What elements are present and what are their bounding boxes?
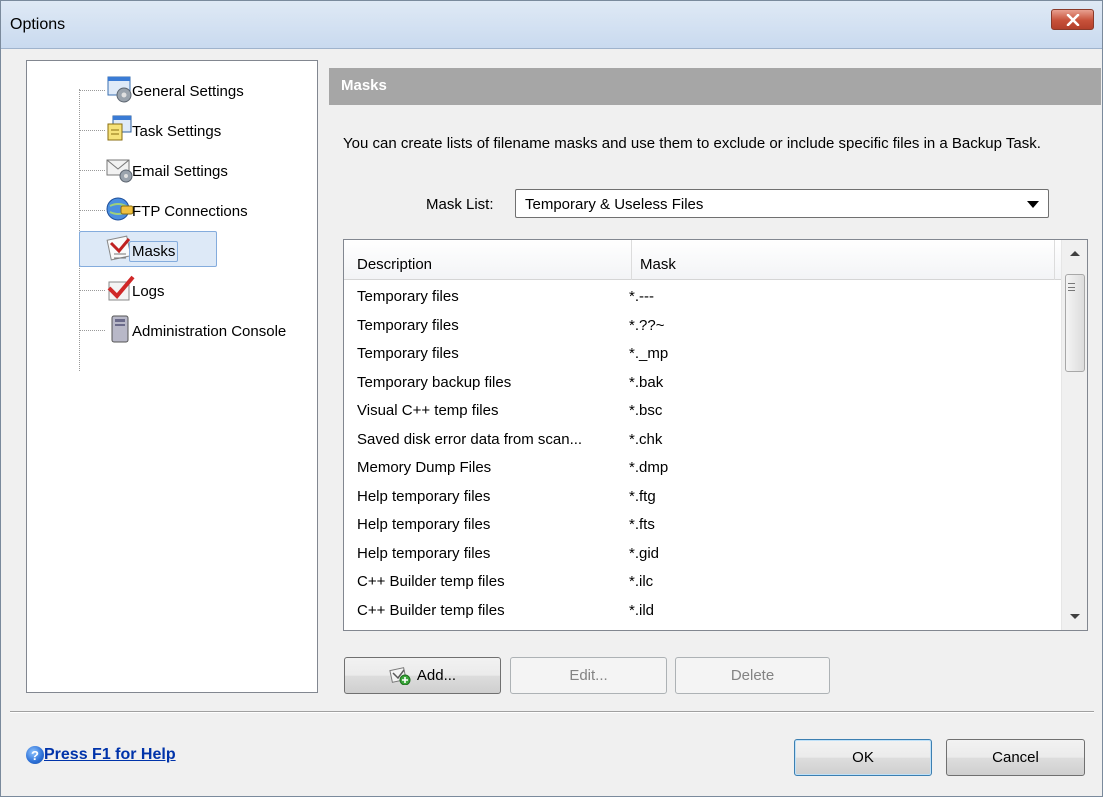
footer-divider xyxy=(10,711,1094,713)
tree-item-label: Administration Console xyxy=(132,323,287,340)
cell-description: Temporary files xyxy=(357,316,459,334)
table-row[interactable]: Saved disk error data from scan... *.chk xyxy=(344,423,1061,451)
cell-mask: *._mp xyxy=(629,345,669,362)
close-icon xyxy=(1066,13,1079,26)
cell-mask: *.ftg xyxy=(629,487,656,505)
mask-list-dropdown[interactable]: Temporary & Useless Files xyxy=(515,189,1049,218)
mask-list-selected-value: Temporary & Useless Files xyxy=(525,196,704,213)
masks-table: Description Mask Temporary files *.--- Te… xyxy=(343,239,1088,631)
column-header-mask[interactable]: Mask xyxy=(640,256,676,273)
masks-description: You can create lists of filename masks a… xyxy=(343,135,1041,152)
scroll-down-arrow-icon[interactable] xyxy=(1062,604,1088,630)
tree-item-label: Masks xyxy=(129,241,179,262)
cell-mask: *.bak xyxy=(629,373,664,391)
table-row[interactable]: C++ Builder temp files *.ild xyxy=(344,594,1061,622)
cell-description: Saved disk error data from scan... xyxy=(357,430,583,448)
cancel-button-label: Cancel xyxy=(992,749,1039,766)
cell-description: Temporary files xyxy=(357,288,459,305)
cell-description: Temporary backup files xyxy=(357,373,512,391)
cell-description: Visual C++ temp files xyxy=(357,402,499,419)
window-title: Options xyxy=(10,16,66,33)
tree-item-label: General Settings xyxy=(132,83,244,100)
cell-description: Temporary files xyxy=(357,345,459,362)
tree-item-label: Task Settings xyxy=(132,123,222,140)
add-button-label: Add... xyxy=(416,667,457,684)
tree-branch-line xyxy=(79,210,105,211)
options-dialog: Options General Settings Task Settings E… xyxy=(0,0,1103,797)
cell-mask: *.chk xyxy=(629,430,663,448)
tree-item-masks[interactable]: Masks xyxy=(27,231,317,269)
cell-mask: *.bsc xyxy=(629,402,663,419)
settings-tree: General Settings Task Settings Email Set… xyxy=(26,60,318,693)
cancel-button[interactable]: Cancel xyxy=(946,739,1085,776)
table-row[interactable]: Memory Dump Files *.dmp xyxy=(344,451,1061,479)
table-row[interactable]: Visual C++ temp files *.bsc xyxy=(344,394,1061,422)
table-row[interactable]: Temporary files *.--- xyxy=(344,280,1061,308)
cell-mask: *.gid xyxy=(629,544,660,562)
cell-mask: *.ild xyxy=(629,601,655,619)
table-row[interactable]: Temporary files *._mp xyxy=(344,337,1061,365)
tree-branch-line xyxy=(79,170,105,171)
cell-description: C++ Builder temp files xyxy=(357,573,505,590)
table-header: Description Mask xyxy=(344,240,1061,280)
tree-item-administration-console[interactable]: Administration Console xyxy=(27,311,317,349)
table-row[interactable]: Temporary backup files *.bak xyxy=(344,366,1061,394)
help-icon[interactable]: ? xyxy=(26,746,44,764)
table-row[interactable]: Temporary files *.??~ xyxy=(344,309,1061,337)
cell-mask: *.??~ xyxy=(629,316,665,334)
column-header-description[interactable]: Description xyxy=(357,256,432,273)
column-separator[interactable] xyxy=(1054,240,1055,280)
cell-description: Help temporary files xyxy=(357,516,491,533)
tree-item-email-settings[interactable]: Email Settings xyxy=(27,151,317,189)
delete-button-label: Delete xyxy=(730,667,775,684)
tree-item-task-settings[interactable]: Task Settings xyxy=(27,111,317,149)
cell-description: Help temporary files xyxy=(357,487,491,505)
cell-mask: *.ilc xyxy=(629,573,654,590)
cell-mask: *.--- xyxy=(629,288,654,305)
add-mask-icon xyxy=(389,666,411,685)
cell-mask: *.fts xyxy=(629,516,655,533)
tree-branch-line xyxy=(79,130,105,131)
help-link[interactable]: Press F1 for Help xyxy=(44,746,176,764)
table-row[interactable]: Help temporary files *.gid xyxy=(344,537,1061,565)
edit-button-label: Edit... xyxy=(569,667,608,684)
tree-item-label: Logs xyxy=(132,283,165,300)
tree-item-logs[interactable]: Logs xyxy=(27,271,317,309)
tree-branch-line xyxy=(79,290,105,291)
mask-list-label: Mask List: xyxy=(426,196,494,213)
close-button[interactable] xyxy=(1051,9,1094,30)
tree-branch-line xyxy=(79,330,105,331)
tree-item-label: FTP Connections xyxy=(132,203,248,220)
tree-item-label: Email Settings xyxy=(132,163,228,180)
delete-mask-button[interactable]: Delete xyxy=(675,657,830,694)
table-row[interactable]: C++ Builder temp files *.ilc xyxy=(344,565,1061,593)
edit-mask-button[interactable]: Edit... xyxy=(510,657,667,694)
tree-item-ftp-connections[interactable]: FTP Connections xyxy=(27,191,317,229)
section-title: Masks xyxy=(341,77,387,94)
add-mask-button[interactable]: Add... xyxy=(344,657,501,694)
title-bar: Options xyxy=(1,1,1102,49)
vertical-scrollbar[interactable] xyxy=(1061,240,1087,630)
masks-section-header: Masks xyxy=(329,68,1101,105)
ok-button-label: OK xyxy=(852,749,874,766)
cell-mask: *.dmp xyxy=(629,459,669,476)
grip-icon xyxy=(1068,283,1075,291)
chevron-down-icon xyxy=(1027,201,1039,208)
tree-item-general-settings[interactable]: General Settings xyxy=(27,71,317,109)
table-row[interactable]: Help temporary files *.fts xyxy=(344,508,1061,536)
scroll-up-arrow-icon[interactable] xyxy=(1062,240,1088,266)
cell-description: Help temporary files xyxy=(357,544,491,562)
table-row[interactable]: Help temporary files *.ftg xyxy=(344,480,1061,508)
cell-description: C++ Builder temp files xyxy=(357,601,505,619)
column-separator[interactable] xyxy=(631,240,632,280)
cell-description: Memory Dump Files xyxy=(357,459,492,476)
tree-branch-line xyxy=(79,90,105,91)
ok-button[interactable]: OK xyxy=(794,739,932,776)
